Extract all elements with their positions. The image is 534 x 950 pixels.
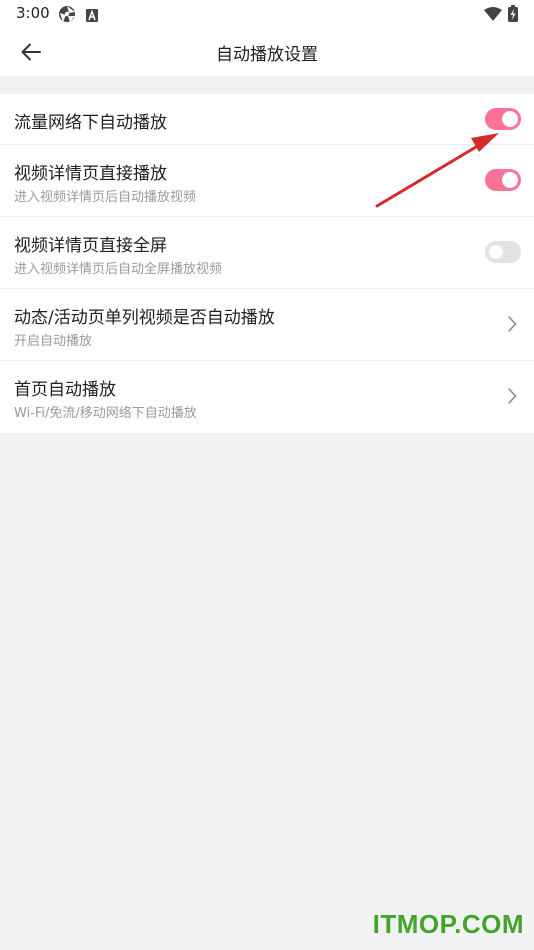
font-a-icon xyxy=(86,7,98,26)
setting-row-detail-fullscreen[interactable]: 视频详情页直接全屏 进入视频详情页后自动全屏播放视频 xyxy=(0,217,534,289)
status-time: 3:00 xyxy=(16,4,50,22)
detail-autoplay-toggle[interactable] xyxy=(485,169,521,191)
wifi-icon xyxy=(484,6,502,25)
setting-title: 动态/活动页单列视频是否自动播放 xyxy=(14,308,275,328)
status-bar: 3:00 xyxy=(0,0,534,28)
toggle-knob xyxy=(488,244,504,260)
setting-row-home-autoplay[interactable]: 首页自动播放 Wi-Fi/免流/移动网络下自动播放 xyxy=(0,361,534,433)
setting-title: 视频详情页直接全屏 xyxy=(14,236,167,256)
setting-subtitle: 开启自动播放 xyxy=(14,334,93,349)
setting-title: 首页自动播放 xyxy=(14,380,116,400)
watermark-logo: ITMOP.COM xyxy=(372,909,524,939)
chevron-right-icon xyxy=(508,316,517,332)
page-title: 自动播放设置 xyxy=(216,45,318,65)
setting-row-cellular-autoplay[interactable]: 流量网络下自动播放 xyxy=(0,94,534,145)
setting-subtitle: 进入视频详情页后自动全屏播放视频 xyxy=(14,262,223,277)
app-bar: 自动播放设置 xyxy=(0,28,534,76)
setting-row-detail-autoplay[interactable]: 视频详情页直接播放 进入视频详情页后自动播放视频 xyxy=(0,145,534,217)
setting-row-feed-autoplay[interactable]: 动态/活动页单列视频是否自动播放 开启自动播放 xyxy=(0,289,534,361)
settings-list: 流量网络下自动播放 视频详情页直接播放 进入视频详情页后自动播放视频 视频详情页… xyxy=(0,94,534,433)
detail-fullscreen-toggle[interactable] xyxy=(485,241,521,263)
toggle-knob xyxy=(502,172,518,188)
chevron-right-icon xyxy=(508,388,517,404)
setting-title: 流量网络下自动播放 xyxy=(14,113,167,133)
aperture-icon xyxy=(58,5,76,27)
cellular-autoplay-toggle[interactable] xyxy=(485,108,521,130)
setting-subtitle: Wi-Fi/免流/移动网络下自动播放 xyxy=(14,406,197,421)
battery-charging-icon xyxy=(508,5,518,26)
setting-title: 视频详情页直接播放 xyxy=(14,164,167,184)
setting-subtitle: 进入视频详情页后自动播放视频 xyxy=(14,190,197,205)
toggle-knob xyxy=(502,111,518,127)
